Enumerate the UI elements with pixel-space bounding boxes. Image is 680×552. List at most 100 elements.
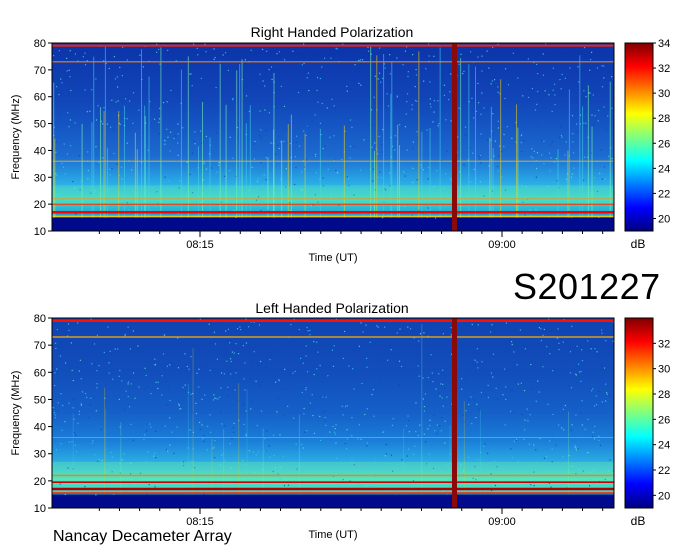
noise-speck: [334, 107, 337, 109]
noise-speck: [190, 460, 192, 462]
noise-speck: [406, 93, 409, 95]
noise-speck: [594, 425, 596, 427]
noise-speck: [536, 63, 538, 66]
noise-speck: [483, 108, 485, 111]
noise-speck: [161, 394, 163, 396]
noise-speck: [334, 433, 336, 435]
noise-speck: [511, 343, 513, 346]
noise-speck: [540, 328, 542, 330]
noise-speck: [551, 448, 553, 450]
noise-speck: [478, 155, 480, 157]
noise-speck: [106, 383, 108, 385]
noise-speck: [199, 130, 202, 132]
noise-speck: [422, 112, 424, 115]
noise-speck: [121, 74, 124, 77]
noise-speck: [599, 87, 602, 89]
noise-speck: [434, 429, 436, 432]
noise-speck: [269, 359, 271, 361]
noise-speck: [210, 431, 212, 433]
noise-speck: [492, 46, 494, 49]
noise-speck: [439, 383, 442, 385]
noise-speck: [342, 414, 344, 416]
noise-speck: [473, 399, 476, 401]
noise-speck: [97, 105, 99, 107]
noise-speck: [408, 419, 410, 422]
emission-band: [52, 185, 614, 205]
noise-speck: [60, 393, 62, 395]
noise-speck: [346, 405, 348, 407]
noise-speck: [245, 95, 248, 97]
noise-speck: [127, 381, 130, 383]
noise-speck: [367, 484, 369, 487]
noise-speck: [554, 94, 556, 96]
noise-speck: [307, 361, 310, 363]
noise-speck: [116, 86, 119, 88]
noise-speck: [126, 118, 128, 120]
noise-speck: [336, 172, 339, 174]
noise-speck: [227, 386, 229, 388]
noise-speck: [432, 490, 434, 492]
noise-speck: [93, 343, 96, 345]
noise-speck: [260, 384, 262, 386]
noise-speck: [343, 59, 345, 61]
noise-speck: [113, 128, 115, 130]
noise-speck: [606, 392, 608, 394]
noise-speck: [548, 94, 550, 96]
noise-speck: [212, 79, 214, 82]
noise-speck: [419, 333, 422, 335]
noise-speck: [343, 73, 345, 75]
noise-speck: [189, 173, 191, 176]
noise-speck: [79, 359, 82, 361]
noise-speck: [324, 416, 326, 419]
noise-speck: [344, 442, 346, 445]
noise-speck: [407, 59, 409, 61]
noise-speck: [230, 360, 232, 363]
noise-speck: [303, 407, 305, 410]
noise-speck: [435, 84, 438, 86]
noise-speck: [426, 208, 428, 210]
noise-speck: [259, 73, 261, 75]
noise-speck: [233, 422, 235, 425]
noise-speck: [323, 57, 326, 59]
noise-speck: [347, 177, 349, 180]
noise-speck: [495, 387, 497, 389]
noise-speck: [59, 355, 62, 357]
noise-speck: [90, 352, 92, 354]
noise-speck: [234, 389, 236, 391]
noise-speck: [515, 438, 518, 440]
noise-speck: [571, 115, 574, 117]
noise-speck: [167, 136, 169, 138]
noise-speck: [260, 205, 263, 207]
noise-speck: [383, 431, 385, 433]
noise-speck: [197, 54, 199, 56]
noise-speck: [232, 427, 234, 429]
noise-speck: [273, 455, 275, 457]
noise-speck: [146, 386, 148, 388]
noise-speck: [561, 427, 563, 429]
noise-speck: [257, 318, 259, 320]
noise-speck: [522, 95, 524, 97]
noise-speck: [186, 365, 188, 368]
noise-speck: [73, 398, 75, 401]
noise-speck: [450, 363, 453, 366]
noise-speck: [275, 101, 278, 103]
noise-speck: [277, 144, 279, 146]
colorbar-tick-label: 24: [658, 163, 670, 175]
noise-speck: [118, 375, 120, 377]
noise-speck: [92, 440, 94, 442]
noise-speck: [444, 387, 446, 389]
noise-speck: [231, 351, 233, 353]
noise-speck: [480, 162, 482, 164]
noise-speck: [424, 393, 427, 395]
noise-speck: [568, 385, 570, 387]
colorbar-tick-label: 34: [658, 38, 670, 50]
noise-speck: [564, 77, 566, 79]
noise-speck: [237, 136, 239, 139]
noise-speck: [205, 168, 208, 170]
noise-speck: [379, 171, 381, 173]
noise-speck: [270, 66, 273, 68]
noise-speck: [223, 175, 226, 177]
noise-speck: [537, 73, 539, 75]
noise-speck: [128, 100, 131, 102]
noise-speck: [309, 402, 312, 404]
